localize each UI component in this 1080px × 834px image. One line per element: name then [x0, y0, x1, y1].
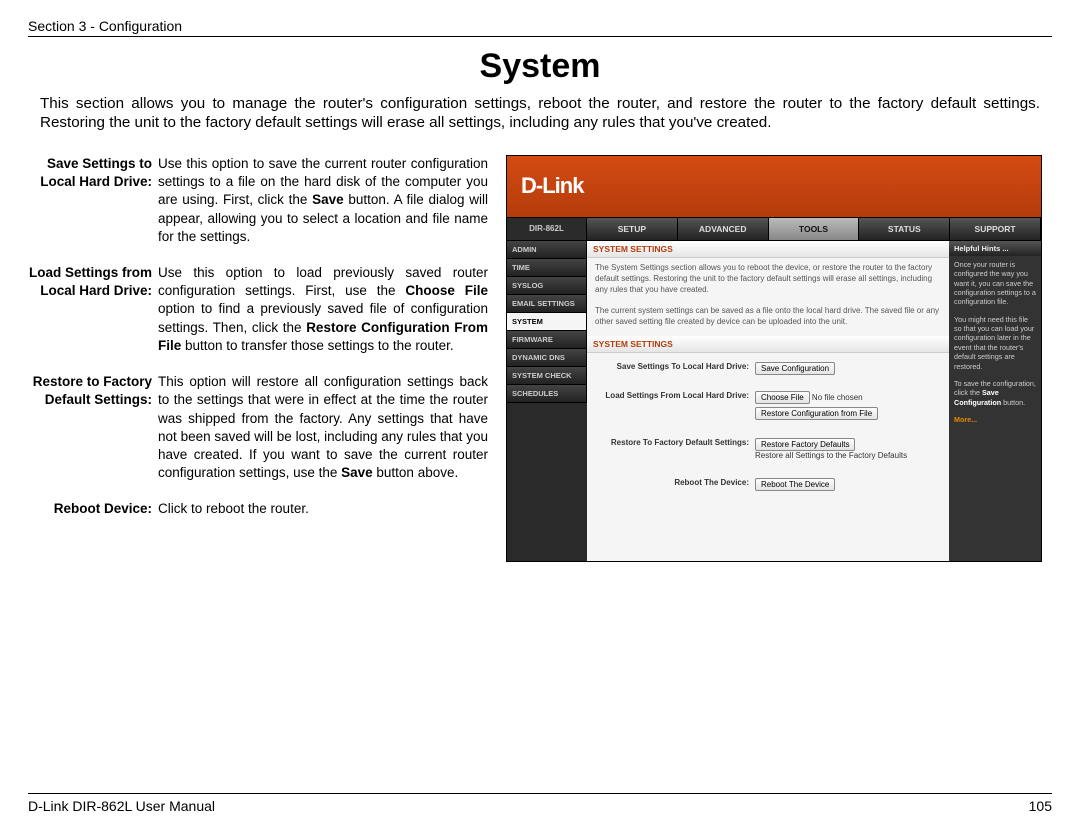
row-reboot-label: Reboot The Device: [595, 478, 755, 488]
footer-page-number: 105 [1029, 798, 1052, 814]
panel1-desc1: The System Settings section allows you t… [595, 263, 932, 294]
def-load-b1: Choose File [405, 283, 488, 298]
router-screenshot: D-Link DIR-862L SETUP ADVANCED TOOLS STA… [506, 155, 1042, 562]
tab-support[interactable]: SUPPORT [950, 218, 1041, 240]
def-restore-b1: Save [341, 465, 373, 480]
sidebar-item-time[interactable]: TIME [507, 259, 587, 277]
save-config-button[interactable]: Save Configuration [755, 362, 835, 375]
row-factory-label: Restore To Factory Default Settings: [595, 438, 755, 448]
def-reboot-label: Reboot Device: [28, 500, 158, 518]
router-tabs: DIR-862L SETUP ADVANCED TOOLS STATUS SUP… [507, 218, 1041, 241]
hints-p3: To save the configuration, click the Sav… [949, 375, 1041, 411]
tab-advanced[interactable]: ADVANCED [678, 218, 769, 240]
row-load: Load Settings From Local Hard Drive: Cho… [587, 388, 949, 423]
def-reboot: Reboot Device: Click to reboot the route… [28, 500, 488, 518]
def-load-body: Use this option to load previously saved… [158, 264, 488, 355]
def-save: Save Settings to Local Hard Drive: Use t… [28, 155, 488, 246]
sidebar-item-schedules[interactable]: SCHEDULES [507, 385, 587, 403]
def-load: Load Settings from Local Hard Drive: Use… [28, 264, 488, 355]
page-footer: D-Link DIR-862L User Manual 105 [28, 793, 1052, 814]
router-hints: Helpful Hints ... Once your router is co… [949, 241, 1041, 561]
choose-file-button[interactable]: Choose File [755, 391, 810, 404]
sidebar-item-syscheck[interactable]: SYSTEM CHECK [507, 367, 587, 385]
sidebar-item-admin[interactable]: ADMIN [507, 241, 587, 259]
footer-left: D-Link DIR-862L User Manual [28, 798, 215, 814]
router-banner: D-Link [507, 156, 1041, 218]
def-save-label: Save Settings to Local Hard Drive: [28, 155, 158, 246]
page-title: System [28, 47, 1052, 86]
router-body: ADMIN TIME SYSLOG EMAIL SETTINGS SYSTEM … [507, 241, 1041, 561]
row-load-label: Load Settings From Local Hard Drive: [595, 391, 755, 401]
hints-more-link[interactable]: More... [949, 411, 1041, 428]
hints-p1: Once your router is configured the way y… [949, 256, 1041, 311]
restore-factory-text: Restore all Settings to the Factory Defa… [755, 451, 907, 460]
tab-setup[interactable]: SETUP [587, 218, 678, 240]
content-row: Save Settings to Local Hard Drive: Use t… [28, 155, 1052, 562]
def-reboot-body: Click to reboot the router. [158, 500, 488, 518]
hints-p2: You might need this file so that you can… [949, 311, 1041, 375]
intro-text: This section allows you to manage the ro… [40, 94, 1040, 133]
hints-p3c: button. [1001, 398, 1025, 407]
row-reboot: Reboot The Device: Reboot The Device [587, 475, 949, 494]
router-sidebar: ADMIN TIME SYSLOG EMAIL SETTINGS SYSTEM … [507, 241, 587, 561]
choose-file-text: No file chosen [812, 393, 863, 402]
row-save: Save Settings To Local Hard Drive: Save … [587, 359, 949, 378]
sidebar-item-ddns[interactable]: DYNAMIC DNS [507, 349, 587, 367]
sidebar-item-system[interactable]: SYSTEM [507, 313, 587, 331]
def-save-body: Use this option to save the current rout… [158, 155, 488, 246]
panel1-desc: The System Settings section allows you t… [587, 258, 949, 336]
router-main: SYSTEM SETTINGS The System Settings sect… [587, 241, 949, 561]
hints-title: Helpful Hints ... [949, 241, 1041, 256]
restore-from-file-button[interactable]: Restore Configuration from File [755, 407, 878, 420]
row-save-label: Save Settings To Local Hard Drive: [595, 362, 755, 372]
def-restore-label: Restore to Factory Default Settings: [28, 373, 158, 482]
restore-factory-button[interactable]: Restore Factory Defaults [755, 438, 855, 451]
tab-status[interactable]: STATUS [859, 218, 950, 240]
router-model: DIR-862L [507, 218, 587, 240]
panel1-desc2: The current system settings can be saved… [595, 306, 939, 326]
reboot-device-button[interactable]: Reboot The Device [755, 478, 835, 491]
def-restore-p2: button above. [373, 465, 459, 480]
sidebar-item-syslog[interactable]: SYSLOG [507, 277, 587, 295]
def-load-p3: button to transfer those settings to the… [181, 338, 453, 353]
sidebar-item-firmware[interactable]: FIRMWARE [507, 331, 587, 349]
sidebar-item-email[interactable]: EMAIL SETTINGS [507, 295, 587, 313]
page-header: Section 3 - Configuration [28, 18, 1052, 37]
row-factory: Restore To Factory Default Settings: Res… [587, 435, 949, 463]
tab-tools[interactable]: TOOLS [769, 218, 860, 240]
def-load-label: Load Settings from Local Hard Drive: [28, 264, 158, 355]
definition-list: Save Settings to Local Hard Drive: Use t… [28, 155, 488, 562]
def-restore-body: This option will restore all configurati… [158, 373, 488, 482]
def-restore: Restore to Factory Default Settings: Thi… [28, 373, 488, 482]
dlink-logo: D-Link [521, 173, 583, 199]
panel2-title: SYSTEM SETTINGS [587, 336, 949, 353]
def-save-b1: Save [312, 192, 344, 207]
panel1-title: SYSTEM SETTINGS [587, 241, 949, 258]
dlink-logo-text: D-Link [521, 173, 583, 199]
